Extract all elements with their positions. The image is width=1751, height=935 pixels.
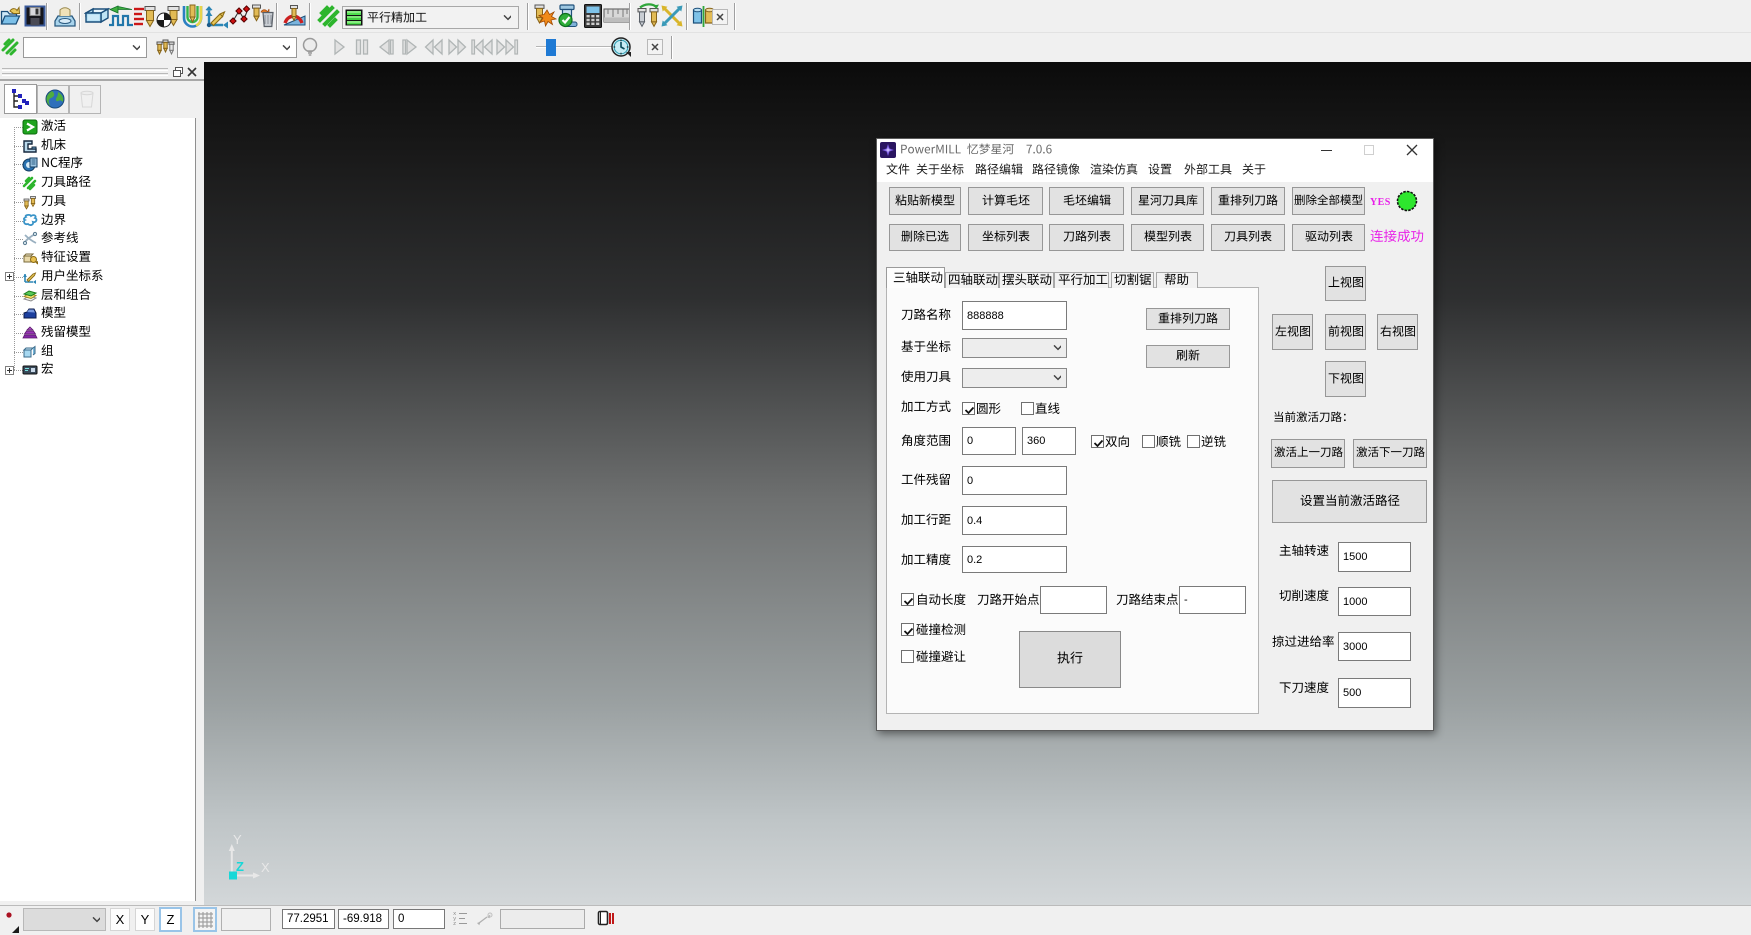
svg-text:X: X (261, 860, 270, 875)
svg-text:z: z (453, 920, 456, 926)
svg-text:Z: Z (236, 859, 244, 874)
svg-text:Y: Y (233, 832, 242, 847)
